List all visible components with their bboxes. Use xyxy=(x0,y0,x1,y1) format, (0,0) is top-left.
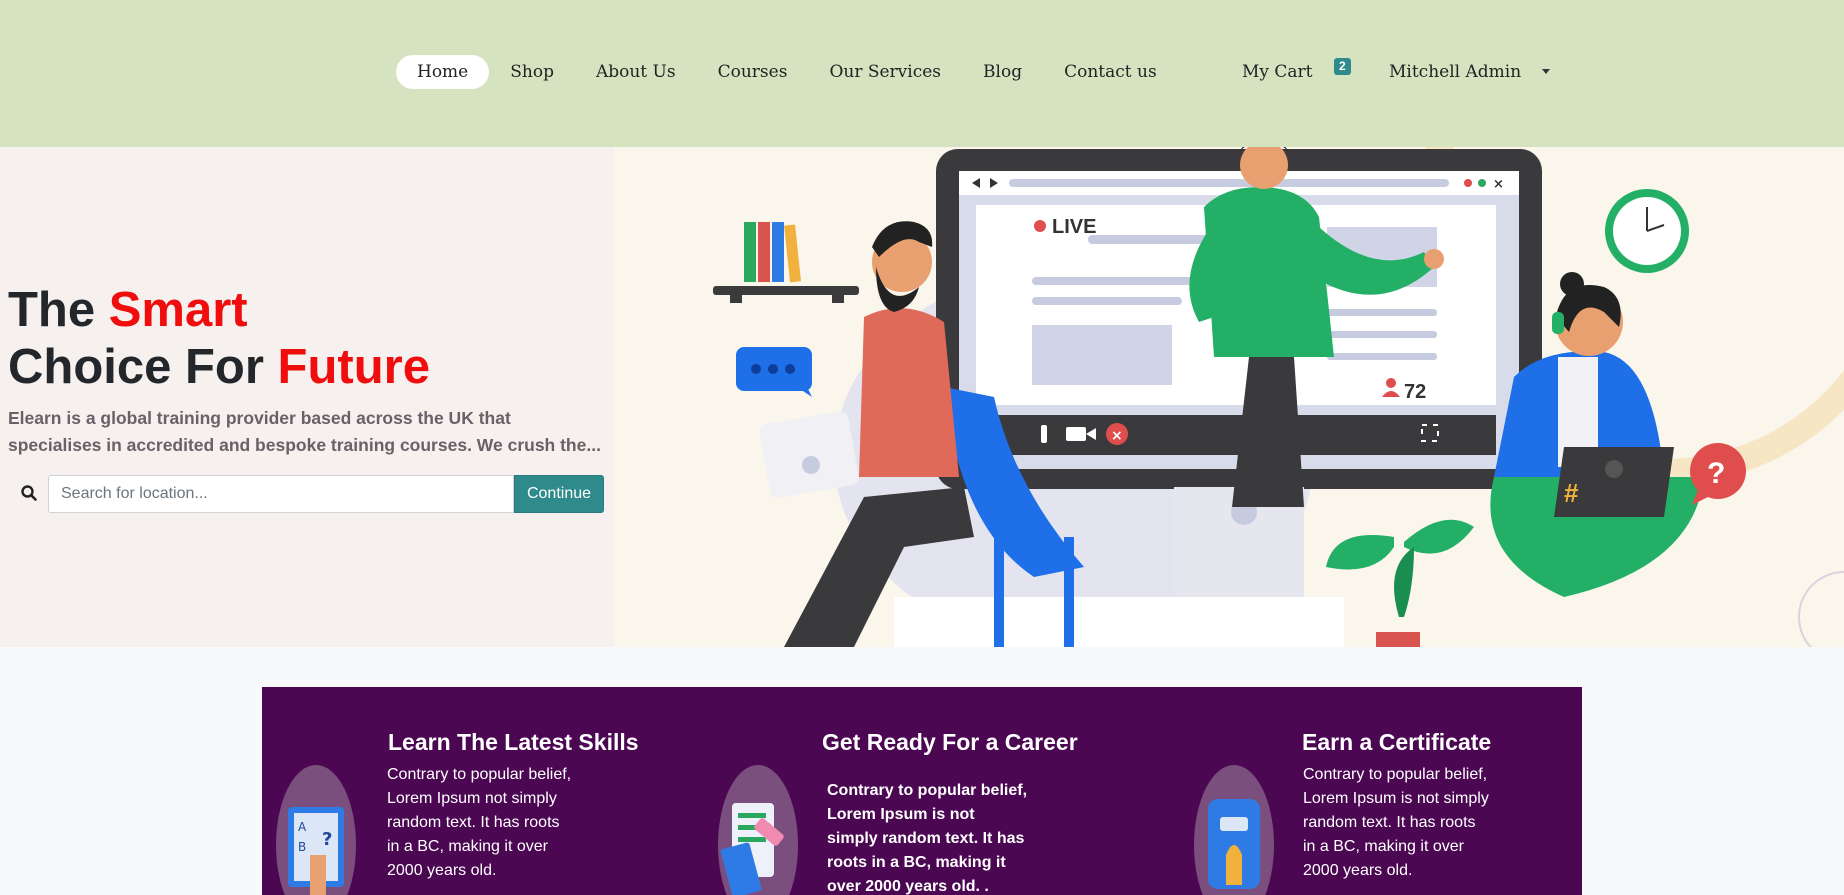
feature-title-skills: Learn The Latest Skills xyxy=(388,729,639,755)
top-navbar: Home Shop About Us Courses Our Services … xyxy=(0,0,1844,147)
hero-description: Elearn is a global training provider bas… xyxy=(8,408,601,455)
svg-text:A: A xyxy=(298,820,307,834)
svg-text:×: × xyxy=(1111,428,1123,444)
chat-bubble-icon xyxy=(736,347,812,397)
live-label: LIVE xyxy=(1052,216,1096,238)
feature-text-skills: Contrary to popular belief, Lorem Ipsum … xyxy=(387,766,572,879)
nav-item-blog[interactable]: Blog xyxy=(962,55,1043,89)
svg-text:×: × xyxy=(1493,177,1504,192)
feature-title-career: Get Ready For a Career xyxy=(822,729,1078,755)
bg-floor xyxy=(894,597,1344,647)
svg-text:#: # xyxy=(1564,478,1579,508)
nav-item-our-services[interactable]: Our Services xyxy=(808,55,962,89)
hero-text-panel xyxy=(0,147,614,647)
hero-title-future: Future xyxy=(277,340,430,394)
hero-title-choice: Choice For xyxy=(8,340,278,394)
nav-item-shop[interactable]: Shop xyxy=(489,55,575,89)
hero-title: The Smart Choice For Future xyxy=(8,282,430,396)
feature-text-certificate: Contrary to popular belief, Lorem Ipsum … xyxy=(1303,766,1489,879)
certificate-illustration-icon xyxy=(1194,765,1274,895)
cart-count-badge: 2 xyxy=(1334,58,1351,75)
globe-icon xyxy=(1798,571,1844,647)
hero-title-smart: Smart xyxy=(108,283,248,337)
nav-item-home[interactable]: Home xyxy=(396,55,490,89)
viewer-count-label: 72 xyxy=(1404,381,1426,403)
hero-illustration: × × LIVE 72 # ? xyxy=(614,147,1844,647)
skills-illustration-icon: A B ? xyxy=(276,765,356,895)
plant-icon xyxy=(1326,519,1474,647)
features-section: A B ? Learn The Latest Skills Contrary t… xyxy=(262,687,1582,895)
svg-text:?: ? xyxy=(322,829,332,850)
nav-item-courses[interactable]: Courses xyxy=(697,55,809,89)
user-menu-toggle[interactable]: Mitchell Admin xyxy=(1389,55,1521,89)
clock-icon xyxy=(1605,189,1689,273)
svg-text:?: ? xyxy=(1707,457,1725,490)
main-nav: Home Shop About Us Courses Our Services … xyxy=(396,55,1178,89)
my-cart-link[interactable]: My Cart xyxy=(1242,55,1313,89)
nav-item-about-us[interactable]: About Us xyxy=(575,55,697,89)
svg-text:B: B xyxy=(298,840,306,854)
help-bubble-icon: ? xyxy=(1690,443,1746,505)
chevron-down-icon[interactable] xyxy=(1542,69,1550,74)
feature-text-career: Contrary to popular belief, Lorem Ipsum … xyxy=(827,782,1028,895)
hero-title-the: The xyxy=(8,283,109,337)
hero-illustration-svg: × × LIVE 72 # ? xyxy=(713,147,1844,647)
feature-title-certificate: Earn a Certificate xyxy=(1302,729,1492,755)
continue-button[interactable]: Continue xyxy=(514,475,604,513)
location-search-input[interactable] xyxy=(48,475,514,513)
search-icon xyxy=(21,485,37,501)
nav-item-contact-us[interactable]: Contact us xyxy=(1043,55,1178,89)
career-illustration-icon xyxy=(718,765,798,895)
bookshelf-icon xyxy=(713,222,859,303)
